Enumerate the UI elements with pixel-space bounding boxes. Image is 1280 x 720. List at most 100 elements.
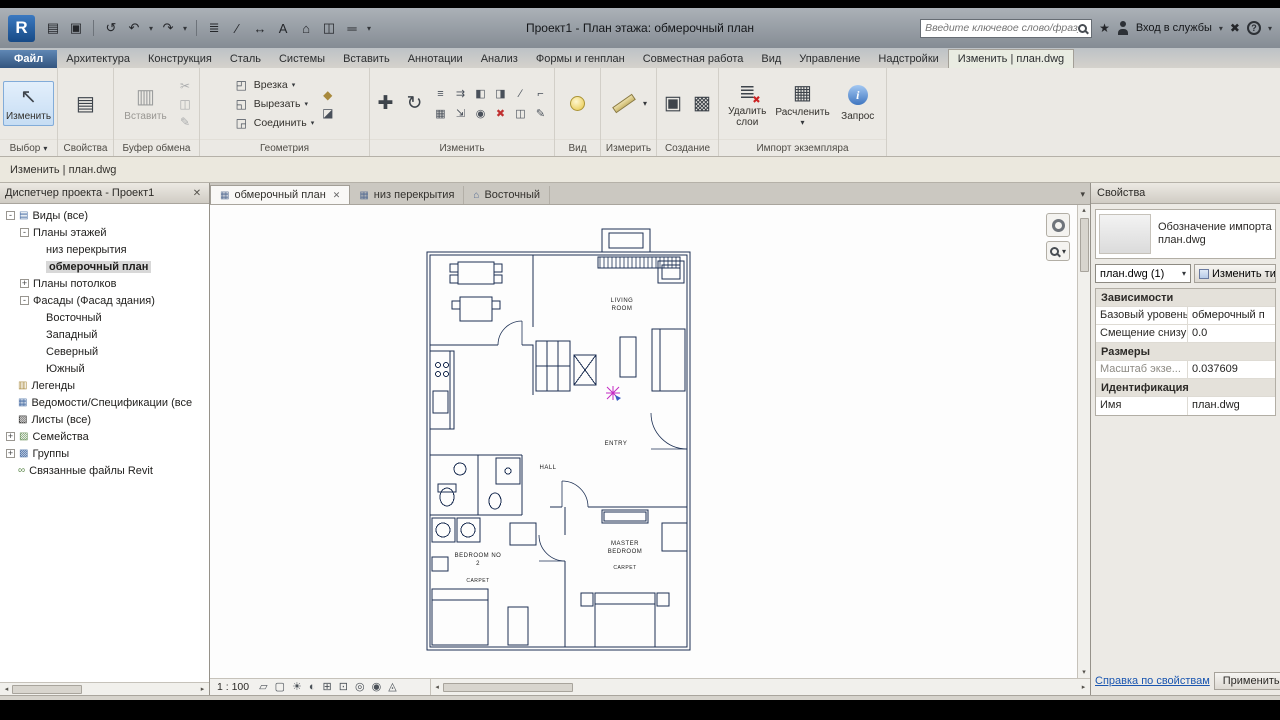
- measure-caret-icon[interactable]: ▾: [643, 99, 647, 108]
- mirror-pick-axis-icon[interactable]: ◧: [472, 85, 489, 101]
- view-tab-vostochny[interactable]: ⌂ Восточный: [464, 186, 551, 204]
- delete-icon[interactable]: ✖: [492, 105, 509, 121]
- paint-icon[interactable]: ◆: [319, 87, 336, 103]
- crop-view-icon[interactable]: ⊞: [323, 680, 332, 695]
- name-value[interactable]: план.dwg: [1188, 397, 1275, 415]
- measure-icon[interactable]: ∕: [229, 21, 245, 36]
- tree-item-families[interactable]: + ▨ Семейства: [0, 428, 209, 445]
- create-similar-button[interactable]: ▩: [690, 90, 714, 118]
- drawing-canvas[interactable]: LIVING ROOM ENTRY HALL MASTER BEDROOM CA…: [210, 205, 1090, 678]
- expander-icon[interactable]: -: [6, 211, 15, 220]
- tab-insert[interactable]: Вставить: [334, 50, 399, 68]
- analytical-model-icon[interactable]: ◬: [388, 680, 396, 695]
- align-icon[interactable]: ≡: [432, 85, 449, 101]
- help-caret-icon[interactable]: ▾: [1268, 24, 1272, 33]
- sign-in-button[interactable]: Вход в службы: [1136, 22, 1212, 34]
- match-type-icon[interactable]: ✎: [532, 105, 549, 121]
- canvas-hscrollbar[interactable]: ◂ ▸: [429, 679, 1090, 695]
- tab-analyze[interactable]: Анализ: [472, 50, 527, 68]
- default-3d-view-icon[interactable]: ⌂: [298, 21, 314, 36]
- tree-item-north[interactable]: Северный: [0, 343, 209, 360]
- scroll-up-icon[interactable]: ▴: [1079, 205, 1090, 216]
- help-icon[interactable]: ?: [1246, 21, 1261, 35]
- tree-item-obmerochny-plan[interactable]: обмерочный план: [0, 258, 209, 275]
- tree-item-views[interactable]: - ▤ Виды (все): [0, 207, 209, 224]
- tab-collaborate[interactable]: Совместная работа: [634, 50, 753, 68]
- trim-extend-icon[interactable]: ⌐: [532, 85, 549, 101]
- print-icon[interactable]: ≣: [206, 20, 222, 36]
- expander-icon[interactable]: -: [20, 296, 29, 305]
- sun-path-icon[interactable]: ☀: [292, 680, 302, 695]
- expander-icon[interactable]: +: [6, 449, 15, 458]
- show-crop-icon[interactable]: ⊡: [339, 680, 348, 695]
- detail-level-icon[interactable]: ▱: [259, 680, 267, 695]
- tab-architecture[interactable]: Архитектура: [57, 50, 139, 68]
- tree-item-south[interactable]: Южный: [0, 360, 209, 377]
- pin-icon[interactable]: ◉: [472, 105, 489, 121]
- view-tabs-menu-icon[interactable]: ▾: [1080, 189, 1085, 200]
- expander-icon[interactable]: -: [20, 228, 29, 237]
- view-graphics-button[interactable]: [564, 90, 592, 118]
- tab-structure[interactable]: Конструкция: [139, 50, 221, 68]
- tab-massing-site[interactable]: Формы и генплан: [527, 50, 634, 68]
- demolish-icon[interactable]: ◪: [319, 105, 336, 121]
- cut-geometry-button[interactable]: ◱ Вырезать ▾: [233, 96, 314, 112]
- tree-item-sheets[interactable]: ▧ Листы (все): [0, 411, 209, 428]
- reveal-hidden-icon[interactable]: ◉: [372, 680, 382, 695]
- tree-item-legends[interactable]: ▥ Легенды: [0, 377, 209, 394]
- floor-plan-drawing[interactable]: LIVING ROOM ENTRY HALL MASTER BEDROOM CA…: [210, 205, 1090, 678]
- create-group-button[interactable]: ▣: [661, 90, 685, 118]
- tree-item-revit-links[interactable]: ∞ Связанные файлы Revit: [0, 462, 209, 479]
- panel-label-select[interactable]: Выбор ▾: [0, 139, 57, 156]
- array-icon[interactable]: ▦: [432, 105, 449, 121]
- offset-icon[interactable]: ⇉: [452, 85, 469, 101]
- shadows-icon[interactable]: ◐: [309, 680, 316, 695]
- join-button[interactable]: ◲ Соединить ▾: [233, 115, 315, 131]
- measure-button[interactable]: [610, 90, 638, 118]
- query-button[interactable]: i Запрос: [834, 81, 883, 126]
- tree-item-ceiling-plans[interactable]: + Планы потолков: [0, 275, 209, 292]
- rotate-button[interactable]: ↻: [403, 90, 426, 118]
- expander-icon[interactable]: +: [20, 279, 29, 288]
- favorites-star-icon[interactable]: ★: [1099, 21, 1110, 35]
- tab-addins[interactable]: Надстройки: [869, 50, 947, 68]
- tab-annotate[interactable]: Аннотации: [399, 50, 472, 68]
- scale-icon[interactable]: ⇲: [452, 105, 469, 121]
- view-tab-obmerochny-plan[interactable]: ▦ обмерочный план ✕: [210, 185, 351, 204]
- search-input[interactable]: [925, 22, 1079, 34]
- undo-caret-icon[interactable]: ▾: [149, 24, 153, 33]
- view-tab-niz-perekrytiya[interactable]: ▦ низ перекрытия: [350, 186, 465, 204]
- tree-item-niz-perekrytiya[interactable]: низ перекрытия: [0, 241, 209, 258]
- properties-help-link[interactable]: Справка по свойствам: [1095, 675, 1210, 687]
- view-scale[interactable]: 1 : 100: [217, 681, 249, 693]
- open-icon[interactable]: ▤: [45, 20, 61, 36]
- paste-button[interactable]: ▥ Вставить: [120, 81, 172, 126]
- undo-icon[interactable]: ↶: [126, 20, 142, 36]
- steering-wheel-icon[interactable]: [1046, 213, 1070, 237]
- visual-style-icon[interactable]: ▢: [275, 680, 285, 695]
- scroll-left-icon[interactable]: ◂: [432, 682, 443, 693]
- aligned-dimension-icon[interactable]: ↔: [252, 21, 268, 36]
- tab-modify-plan-dwg[interactable]: Изменить | план.dwg: [947, 49, 1075, 68]
- thin-lines-icon[interactable]: ═: [344, 21, 360, 36]
- type-selector-dropdown[interactable]: план.dwg (1) ▾: [1095, 264, 1191, 283]
- scroll-right-icon[interactable]: ▸: [197, 684, 208, 695]
- property-group-identity[interactable]: Идентификация: [1096, 379, 1275, 397]
- save-icon[interactable]: ▣: [68, 20, 84, 36]
- explode-button[interactable]: ▦ Расчленить ▾: [775, 77, 829, 131]
- canvas-vscrollbar[interactable]: ▴ ▾: [1077, 205, 1090, 678]
- tree-item-groups[interactable]: + ▩ Группы: [0, 445, 209, 462]
- tree-item-west[interactable]: Западный: [0, 326, 209, 343]
- split-icon[interactable]: ∕: [512, 85, 529, 101]
- scroll-thumb[interactable]: [442, 682, 573, 692]
- tab-systems[interactable]: Системы: [270, 50, 334, 68]
- property-group-dimensions[interactable]: Размеры: [1096, 343, 1275, 361]
- exchange-apps-icon[interactable]: ✖: [1230, 21, 1240, 35]
- tab-file[interactable]: Файл: [0, 50, 58, 68]
- cope-button[interactable]: ◰ Врезка ▾: [233, 77, 314, 93]
- match-properties-icon[interactable]: ✎: [177, 114, 194, 130]
- cut-icon[interactable]: ✂: [177, 78, 194, 94]
- edit-type-button[interactable]: Изменить ти: [1194, 264, 1276, 283]
- tab-manage[interactable]: Управление: [790, 50, 869, 68]
- move-button[interactable]: ✚: [374, 90, 397, 118]
